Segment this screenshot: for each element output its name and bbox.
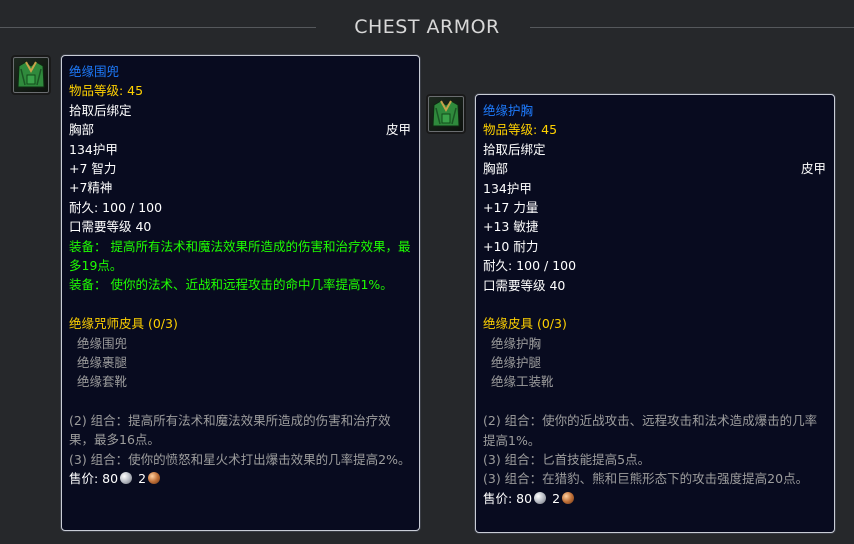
sell-price: 售价: 80 2: [483, 489, 826, 508]
set-item: 绝缘套靴: [77, 374, 128, 390]
required-level: 口需要等级 40: [483, 277, 566, 293]
bind-type: 拾取后绑定: [483, 141, 546, 157]
chest-armor-icon[interactable]: [426, 94, 466, 134]
stat-line: +13 敏捷: [483, 219, 539, 235]
copper-coin-icon: [148, 472, 161, 485]
set-bonus: (3) 组合：使你的愤怒和星火术打出爆击效果的几率提高2%。: [69, 451, 411, 467]
sell-price-copper: 2: [552, 490, 561, 506]
item-slot: 胸部: [483, 161, 509, 177]
armor-type: 皮甲: [385, 122, 411, 138]
sell-price-label: 售价: 80: [483, 490, 533, 506]
equip-effect: 装备： 使你的法术、近战和远程攻击的命中几率提高1%。: [69, 277, 393, 293]
slot-row: 胸部 皮甲: [69, 120, 411, 139]
set-item: 绝缘护腿: [491, 355, 542, 371]
silver-coin-icon: [534, 491, 547, 504]
set-item: 绝缘围兜: [77, 335, 128, 351]
sell-price-label: 售价: 80: [69, 471, 119, 487]
set-bonus: (2) 组合：使你的近战攻击、远程攻击和法术造成爆击的几率提高1%。: [483, 413, 818, 448]
silver-coin-icon: [120, 472, 133, 485]
chest-armor-icon[interactable]: [11, 55, 51, 95]
section-header: CHEST ARMOR: [0, 0, 854, 55]
item-tooltip-1: 绝缘围兜 物品等级: 45 拾取后绑定 胸部 皮甲 134护甲 +7 智力 +7…: [61, 55, 420, 531]
required-level: 口需要等级 40: [69, 219, 152, 235]
equip-effect: 装备： 提高所有法术和魔法效果所造成的伤害和治疗效果，最多19点。: [69, 238, 411, 273]
item-slot: 胸部: [69, 122, 95, 138]
armor-type: 皮甲: [800, 161, 826, 177]
header-divider-right: [530, 27, 854, 28]
item-level: 物品等级: 45: [483, 122, 558, 138]
armor-value: 134护甲: [483, 180, 532, 196]
stat-line: +7精神: [69, 180, 113, 196]
set-name: 绝缘咒师皮具 (0/3): [69, 316, 178, 332]
sell-price-copper: 2: [138, 471, 147, 487]
set-bonus: (2) 组合：提高所有法术和魔法效果所造成的伤害和治疗效果，最多16点。: [69, 413, 391, 448]
item-name: 绝缘护胸: [483, 103, 534, 118]
set-name: 绝缘皮具 (0/3): [483, 316, 567, 332]
armor-value: 134护甲: [69, 141, 118, 157]
item-name: 绝缘围兜: [69, 64, 120, 79]
sell-price: 售价: 80 2: [69, 469, 411, 488]
set-item: 绝缘护胸: [491, 335, 542, 351]
durability: 耐久: 100 / 100: [69, 199, 163, 215]
copper-coin-icon: [562, 491, 575, 504]
set-item: 绝缘裹腿: [77, 354, 128, 370]
item-tooltip-2: 绝缘护胸 物品等级: 45 拾取后绑定 胸部 皮甲 134护甲 +17 力量 +…: [475, 94, 835, 533]
set-bonus: (3) 组合：在猎豹、熊和巨熊形态下的攻击强度提高20点。: [483, 471, 809, 487]
stat-line: +10 耐力: [483, 238, 539, 254]
slot-row: 胸部 皮甲: [483, 159, 826, 178]
stat-line: +7 智力: [69, 160, 117, 176]
stat-line: +17 力量: [483, 199, 539, 215]
set-bonus: (3) 组合：匕首技能提高5点。: [483, 452, 651, 468]
durability: 耐久: 100 / 100: [483, 258, 577, 274]
bind-type: 拾取后绑定: [69, 102, 132, 118]
set-item: 绝缘工装靴: [491, 374, 554, 390]
item-level: 物品等级: 45: [69, 83, 144, 99]
